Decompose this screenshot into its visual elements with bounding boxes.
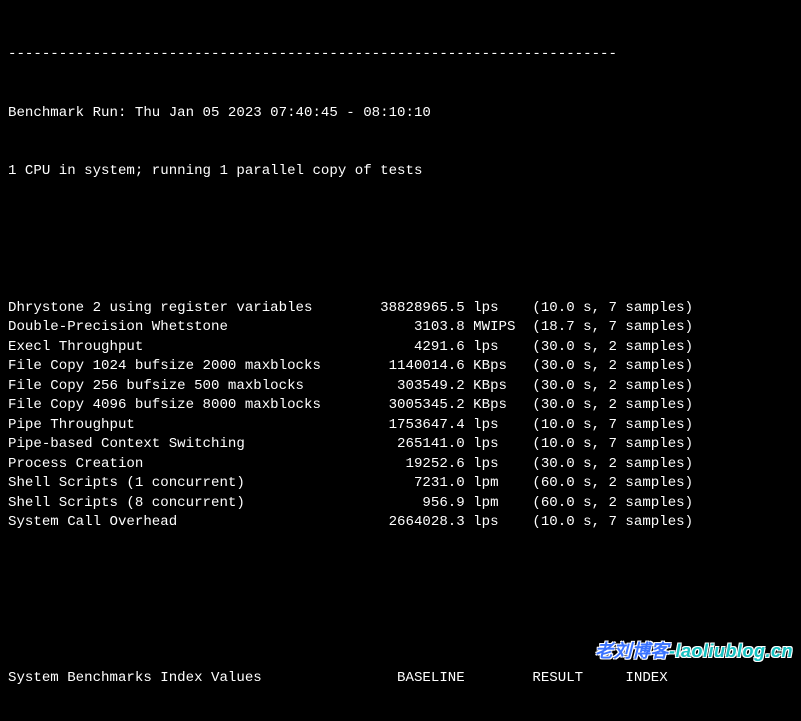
terminal-output: ----------------------------------------… — [0, 0, 801, 721]
watermark-domain: -laoliublog.cn — [669, 641, 793, 661]
divider-line: ----------------------------------------… — [8, 45, 793, 65]
result-row: Shell Scripts (1 concurrent) 7231.0 lpm … — [8, 474, 793, 494]
results-block: Dhrystone 2 using register variables 388… — [8, 299, 793, 533]
result-row: Shell Scripts (8 concurrent) 956.9 lpm (… — [8, 494, 793, 514]
result-row: Execl Throughput 4291.6 lps (30.0 s, 2 s… — [8, 338, 793, 358]
result-row: File Copy 256 bufsize 500 maxblocks 3035… — [8, 377, 793, 397]
blank-line — [8, 591, 793, 611]
watermark: 老刘博客-laoliublog.cn — [573, 623, 793, 682]
result-row: Pipe Throughput 1753647.4 lps (10.0 s, 7… — [8, 416, 793, 436]
cpu-info-line: 1 CPU in system; running 1 parallel copy… — [8, 162, 793, 182]
watermark-cn: 老刘博客 — [595, 641, 669, 661]
blank-line — [8, 221, 793, 241]
result-row: File Copy 4096 bufsize 8000 maxblocks 30… — [8, 396, 793, 416]
result-row: File Copy 1024 bufsize 2000 maxblocks 11… — [8, 357, 793, 377]
result-row: Double-Precision Whetstone 3103.8 MWIPS … — [8, 318, 793, 338]
result-row: System Call Overhead 2664028.3 lps (10.0… — [8, 513, 793, 533]
result-row: Process Creation 19252.6 lps (30.0 s, 2 … — [8, 455, 793, 475]
result-row: Pipe-based Context Switching 265141.0 lp… — [8, 435, 793, 455]
benchmark-run-time: Benchmark Run: Thu Jan 05 2023 07:40:45 … — [8, 104, 793, 124]
result-row: Dhrystone 2 using register variables 388… — [8, 299, 793, 319]
